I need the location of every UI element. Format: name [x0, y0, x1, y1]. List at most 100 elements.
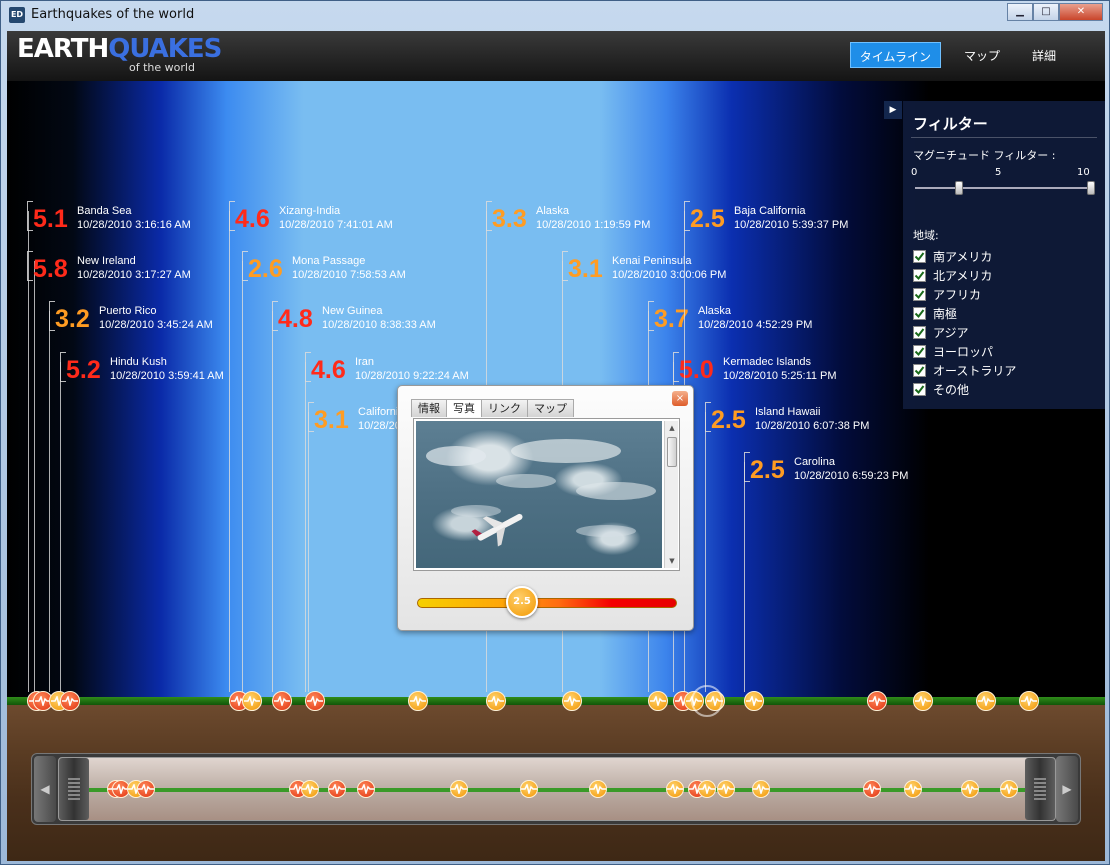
photo-scrollbar[interactable]: ▲ ▼ [664, 421, 678, 568]
quake-location: Kenai Peninsula [612, 255, 692, 267]
logo-title: EARTHQUAKES [17, 34, 222, 64]
logo: EARTHQUAKES of the world [17, 34, 222, 74]
region-name: ヨーロッパ [933, 345, 994, 359]
overview-scroll-right-button[interactable]: ▶ [1056, 756, 1078, 822]
logo-part2: QUAKES [108, 34, 222, 64]
scroll-down-icon[interactable]: ▼ [665, 554, 679, 568]
overview-quake-marker [863, 780, 881, 798]
close-button[interactable]: ✕ [1059, 3, 1103, 21]
quake-marker[interactable] [486, 691, 506, 711]
region-checkbox-row[interactable]: オーストラリア [913, 361, 1016, 380]
popup-close-button[interactable]: × [672, 391, 688, 406]
tab-info[interactable]: 情報 [411, 399, 447, 417]
region-checkbox[interactable] [913, 269, 926, 282]
magnitude-slider-track[interactable] [915, 187, 1091, 189]
region-checkbox[interactable] [913, 307, 926, 320]
quake-marker[interactable] [305, 691, 325, 711]
quake-time: 10/28/2010 8:38:33 AM [322, 319, 436, 331]
quake-marker[interactable] [562, 691, 582, 711]
quake-marker[interactable] [1019, 691, 1039, 711]
region-checkbox[interactable] [913, 250, 926, 263]
quake-marker[interactable] [648, 691, 668, 711]
selected-marker-ring [691, 685, 723, 717]
quake-magnitude: 3.2 [55, 305, 90, 333]
overview-quake-marker [698, 780, 717, 798]
quake-timeline-line [744, 462, 745, 692]
quake-marker[interactable] [272, 691, 292, 711]
quake-location: Mona Passage [292, 255, 366, 267]
slider-tick-0: 0 [911, 167, 918, 178]
quake-timeline-line [705, 412, 706, 692]
overview-quake-marker [961, 780, 980, 798]
slider-tick-5: 5 [995, 167, 1002, 178]
scroll-thumb[interactable] [667, 437, 677, 467]
quake-time: 10/28/2010 4:52:29 PM [698, 319, 813, 331]
maximize-button[interactable]: □ [1033, 3, 1059, 21]
region-checkbox-row[interactable]: その他 [913, 380, 1016, 399]
region-checkbox-row[interactable]: 南アメリカ [913, 247, 1016, 266]
region-checkbox[interactable] [913, 383, 926, 396]
checkmark-icon [914, 385, 925, 395]
window-titlebar[interactable]: ED Earthquakes of the world ▁ □ ✕ [1, 1, 1110, 29]
quake-time: 10/28/2010 1:19:59 PM [536, 219, 651, 231]
magnitude-filter-label: マグニチュード フィルター : [913, 149, 1056, 162]
checkmark-icon [914, 271, 925, 281]
quake-marker[interactable] [242, 691, 262, 711]
minimize-button[interactable]: ▁ [1007, 3, 1033, 21]
overview-scroll-left-button[interactable]: ◀ [34, 756, 56, 822]
region-checkbox-row[interactable]: アジア [913, 323, 1016, 342]
quake-location: Island Hawaii [755, 406, 821, 418]
magnitude-slider-min-thumb[interactable] [955, 181, 963, 195]
quake-marker[interactable] [867, 691, 887, 711]
quake-timeline-line [242, 261, 243, 692]
quake-detail-popup: × 情報 写真 リンク マップ ▲ ▼ 2.5 [397, 385, 694, 631]
quake-marker[interactable] [913, 691, 933, 711]
quake-marker[interactable] [408, 691, 428, 711]
quake-location: Alaska [698, 305, 732, 317]
filter-toggle-button[interactable]: ▶ [884, 101, 902, 119]
pulse-icon [746, 696, 762, 706]
pulse-icon [650, 696, 666, 706]
region-name: オーストラリア [933, 364, 1017, 378]
quake-time: 10/28/2010 3:17:27 AM [77, 269, 191, 281]
quake-location: Hindu Kush [110, 356, 167, 368]
overview-quake-marker [717, 780, 736, 798]
tab-photo[interactable]: 写真 [446, 399, 482, 417]
region-checkbox[interactable] [913, 288, 926, 301]
quake-timeline-line [272, 311, 273, 692]
overview-range-end-handle[interactable] [1025, 758, 1055, 820]
region-checkbox[interactable] [913, 345, 926, 358]
tab-map[interactable]: マップ [955, 42, 1009, 68]
photo-frame: ▲ ▼ [413, 418, 680, 571]
quake-magnitude: 3.1 [314, 406, 349, 434]
quake-marker[interactable] [60, 691, 80, 711]
tab-link[interactable]: リンク [481, 399, 528, 417]
magnitude-slider-max-thumb[interactable] [1087, 181, 1095, 195]
quake-magnitude: 3.3 [492, 205, 527, 233]
region-checkbox[interactable] [913, 326, 926, 339]
quake-magnitude: 3.1 [568, 255, 603, 283]
quake-photo [416, 421, 662, 568]
overview-quake-marker [520, 780, 539, 798]
quake-location: Baja California [734, 205, 806, 217]
tab-timeline[interactable]: タイムライン [849, 42, 941, 68]
region-name: 南アメリカ [933, 250, 993, 264]
overview-quake-marker [588, 780, 607, 798]
tab-details[interactable]: 詳細 [1023, 42, 1065, 68]
region-checkbox-row[interactable]: ヨーロッパ [913, 342, 1016, 361]
region-checkbox-row[interactable]: 北アメリカ [913, 266, 1016, 285]
scroll-up-icon[interactable]: ▲ [665, 421, 679, 435]
region-checkbox-row[interactable]: 南極 [913, 304, 1016, 323]
quake-timeline-line [60, 362, 61, 692]
pulse-icon [905, 784, 922, 794]
pulse-icon [521, 784, 538, 794]
quake-marker[interactable] [744, 691, 764, 711]
tab-popup-map[interactable]: マップ [527, 399, 574, 417]
overview-track[interactable] [58, 757, 1056, 821]
quake-location: Puerto Rico [99, 305, 157, 317]
region-name: 南極 [933, 307, 958, 321]
overview-range-start-handle[interactable] [59, 758, 89, 820]
region-checkbox[interactable] [913, 364, 926, 377]
region-checkbox-row[interactable]: アフリカ [913, 285, 1016, 304]
quake-marker[interactable] [976, 691, 996, 711]
